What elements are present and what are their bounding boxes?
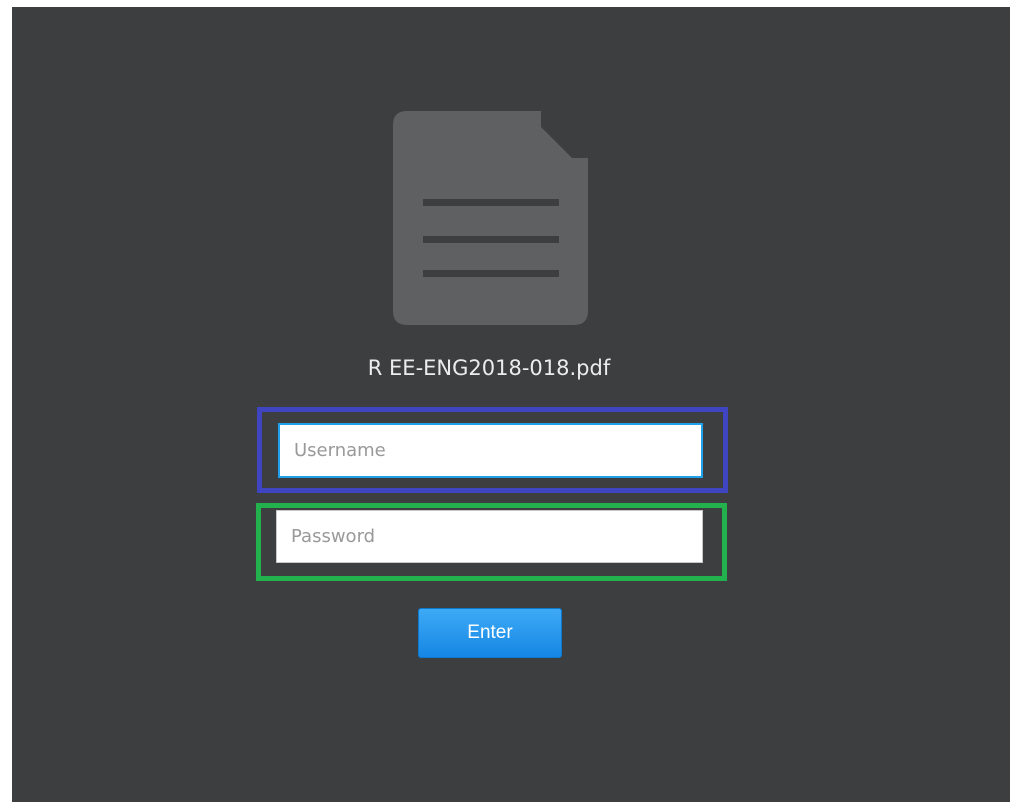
document-icon — [393, 111, 588, 325]
username-input[interactable] — [278, 423, 703, 478]
file-name: R EE-ENG2018-018.pdf — [367, 356, 611, 380]
password-input[interactable] — [276, 510, 703, 563]
enter-button[interactable]: Enter — [418, 608, 562, 658]
